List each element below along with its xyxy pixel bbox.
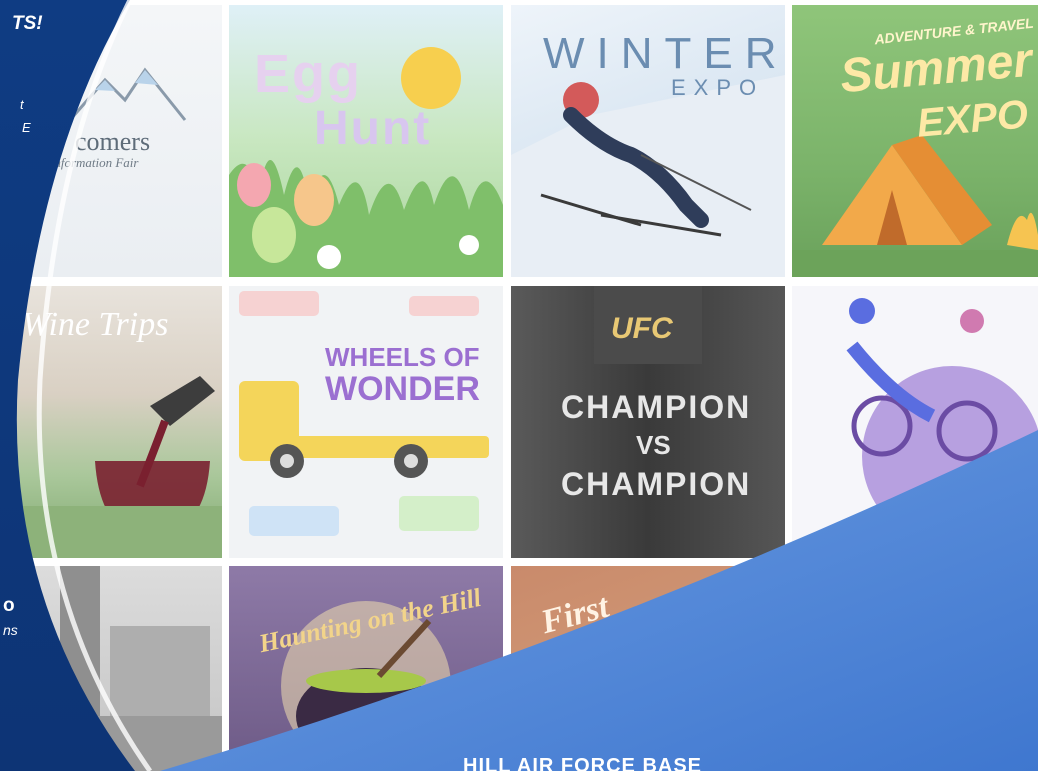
left-blue-panel [0,0,1038,771]
footer-hill-air-force-base: HILL AIR FORCE BASE [463,755,703,777]
bottom-big-fragment: o [3,595,15,616]
bottom-small-fragment: ns [3,622,18,638]
headline-line1-fragment: t [20,97,24,112]
headline-fragment: TS! [12,13,43,34]
headline-line2-fragment: E [22,120,31,135]
